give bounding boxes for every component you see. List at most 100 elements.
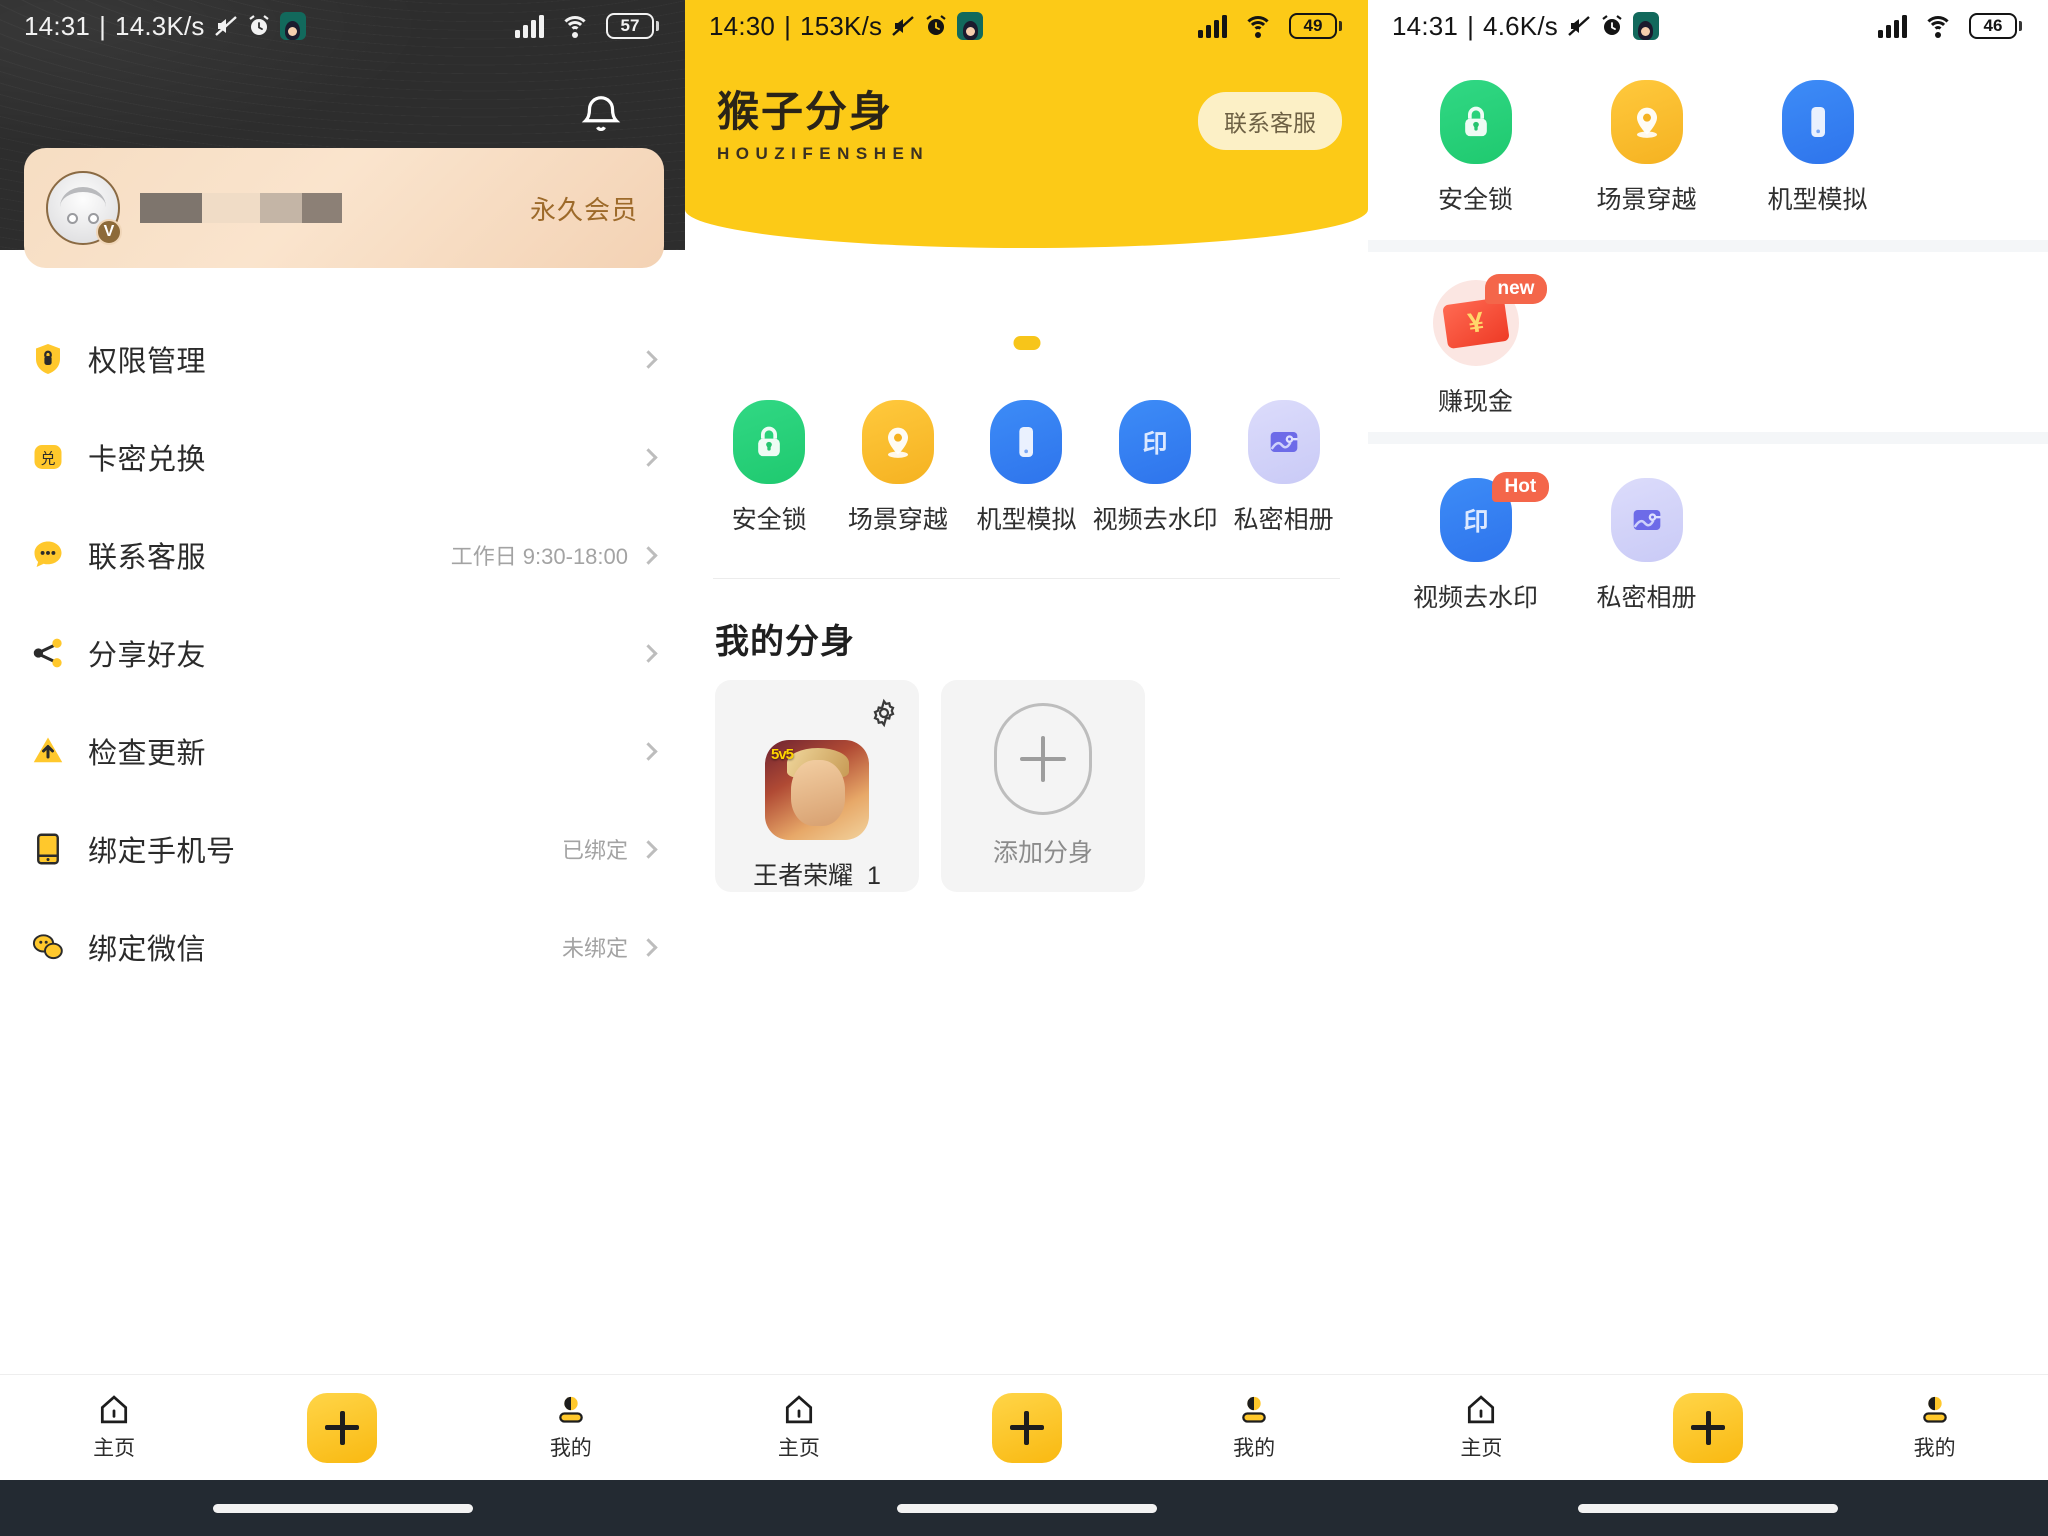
app-logo: 猴子分身 HOUZIFENSHEN — [717, 78, 929, 164]
add-clone-card[interactable]: 添加分身 — [941, 680, 1145, 892]
watermark-icon: 印 — [1119, 400, 1192, 484]
device-icon — [990, 400, 1063, 484]
username-masked — [140, 193, 342, 223]
avatar-icon — [279, 12, 306, 40]
nav-label: 我的 — [1233, 1437, 1276, 1460]
svg-text:印: 印 — [1463, 507, 1488, 536]
feature-private-album[interactable]: 私密相册 — [1219, 400, 1348, 536]
nav-item-add[interactable] — [1595, 1392, 1822, 1463]
menu-item-bind-phone[interactable]: 绑定手机号 已绑定 — [0, 800, 685, 898]
battery-icon: 49 — [1289, 13, 1342, 39]
nav-item-home[interactable]: 主页 — [0, 1393, 228, 1462]
contact-support-button[interactable]: 联系客服 — [1198, 92, 1342, 150]
settings-menu: 权限管理 兑 卡密兑换 联系客服 工作日 9:30-18:00 分享好友 检查更… — [0, 310, 685, 996]
tool-earn-cash[interactable]: ¥ new 赚现金 — [1390, 274, 1561, 418]
menu-item-share[interactable]: 分享好友 — [0, 604, 685, 702]
tool-location[interactable]: 场景穿越 — [1561, 80, 1732, 216]
nav-item-home[interactable]: 主页 — [685, 1393, 913, 1462]
feature-location[interactable]: 场景穿越 — [834, 400, 963, 536]
device-icon — [1781, 80, 1854, 164]
location-icon — [861, 400, 934, 484]
status-bar-right: 57 — [515, 13, 659, 39]
nav-item-mine[interactable]: 我的 — [457, 1393, 685, 1462]
cloud-update-icon — [28, 731, 68, 771]
feature-device-model[interactable]: 机型模拟 — [962, 400, 1091, 536]
watermark-icon: 印 Hot — [1439, 472, 1550, 562]
chevron-right-icon — [639, 937, 658, 957]
svg-text:兑: 兑 — [40, 450, 55, 468]
tool-safe-lock[interactable]: 安全锁 — [1390, 80, 1561, 216]
menu-item-label: 分享好友 — [88, 640, 207, 672]
status-bar-right: 49 — [1198, 13, 1342, 39]
menu-item-support[interactable]: 联系客服 工作日 9:30-18:00 — [0, 506, 685, 604]
tool-label: 场景穿越 — [1596, 186, 1697, 214]
status-bar-panel1: 14:31 | 14.3K/s 57 — [0, 0, 685, 52]
panel-profile: 14:31 | 14.3K/s 57 V 永久会员 权限管理 兑 卡密兑换 联系… — [0, 0, 685, 1536]
vip-badge: V — [96, 219, 122, 245]
tools-row-2: ¥ new 赚现金 — [1368, 274, 2048, 418]
nav-item-add[interactable] — [228, 1392, 456, 1463]
user-card[interactable]: V 永久会员 — [24, 148, 664, 268]
wifi-icon — [560, 15, 590, 38]
share-icon — [28, 633, 68, 673]
nav-item-mine[interactable]: 我的 — [1821, 1393, 2048, 1462]
tool-label: 视频去水印 — [1412, 584, 1538, 612]
svg-text:印: 印 — [1143, 429, 1168, 458]
bottom-nav-panel1: 主页 我的 — [0, 1374, 685, 1480]
menu-item-value: 已绑定 — [561, 838, 628, 863]
tool-label: 赚现金 — [1437, 388, 1513, 416]
status-separator: | — [1467, 10, 1475, 41]
menu-item-bind-wechat[interactable]: 绑定微信 未绑定 — [0, 898, 685, 996]
menu-item-value: 未绑定 — [561, 936, 628, 961]
user-icon — [1919, 1393, 1951, 1426]
chevron-right-icon — [639, 545, 658, 565]
tools-divider-1 — [1368, 240, 2048, 252]
carousel-indicator[interactable] — [1013, 336, 1040, 350]
gesture-bar — [0, 1480, 685, 1536]
menu-item-check-update[interactable]: 检查更新 — [0, 702, 685, 800]
menu-item-permissions[interactable]: 权限管理 — [0, 310, 685, 408]
tool-device-model[interactable]: 机型模拟 — [1732, 80, 1903, 216]
status-bar-right: 46 — [1878, 13, 2022, 39]
nav-item-add[interactable] — [913, 1392, 1141, 1463]
feature-icon-row: 安全锁 场景穿越 机型模拟 印 视频去水印 私密相册 — [685, 400, 1368, 536]
feature-video-watermark[interactable]: 印 视频去水印 — [1091, 400, 1220, 536]
nav-item-mine[interactable]: 我的 — [1140, 1393, 1368, 1462]
signal-icon — [515, 14, 544, 38]
bell-icon[interactable] — [578, 92, 624, 138]
alarm-icon — [924, 14, 948, 38]
album-icon — [1247, 400, 1320, 484]
avatar-icon — [1632, 12, 1659, 40]
tool-private-album[interactable]: 私密相册 — [1561, 478, 1732, 614]
status-bar-panel3: 14:31 | 4.6K/s 46 — [1368, 0, 2048, 52]
battery-icon: 46 — [1969, 13, 2022, 39]
redeem-icon: 兑 — [28, 437, 68, 477]
menu-item-redeem[interactable]: 兑 卡密兑换 — [0, 408, 685, 506]
album-icon — [1610, 478, 1683, 562]
lock-icon — [1439, 80, 1512, 164]
tool-video-watermark[interactable]: 印 Hot 视频去水印 — [1390, 472, 1561, 614]
tools-row-3: 印 Hot 视频去水印 私密相册 — [1368, 472, 2048, 614]
nav-item-home[interactable]: 主页 — [1368, 1393, 1595, 1462]
app-name-en: HOUZIFENSHEN — [717, 144, 930, 163]
gear-icon[interactable] — [869, 698, 899, 728]
battery-icon: 57 — [606, 13, 659, 39]
gesture-bar — [1368, 1480, 2048, 1536]
feature-safe-lock[interactable]: 安全锁 — [705, 400, 834, 536]
shield-lock-icon — [28, 339, 68, 379]
home-icon — [782, 1393, 816, 1426]
status-net-speed: 14.3K/s — [115, 10, 205, 41]
home-icon — [97, 1393, 131, 1426]
chevron-right-icon — [639, 349, 658, 369]
status-bar-left: 14:31 | 4.6K/s — [1392, 11, 1659, 42]
tool-label: 安全锁 — [1437, 186, 1513, 214]
chevron-right-icon — [639, 741, 658, 761]
menu-item-label: 权限管理 — [88, 346, 207, 378]
clone-card[interactable]: 5v5 王者荣耀 1 — [715, 680, 919, 892]
vip-level-label: 永久会员 — [529, 194, 638, 225]
home-icon — [1464, 1393, 1498, 1426]
status-separator: | — [99, 10, 107, 41]
alarm-icon — [1600, 14, 1624, 38]
tool-label: 私密相册 — [1596, 584, 1697, 612]
app-icon-honor-of-kings: 5v5 — [765, 740, 869, 840]
